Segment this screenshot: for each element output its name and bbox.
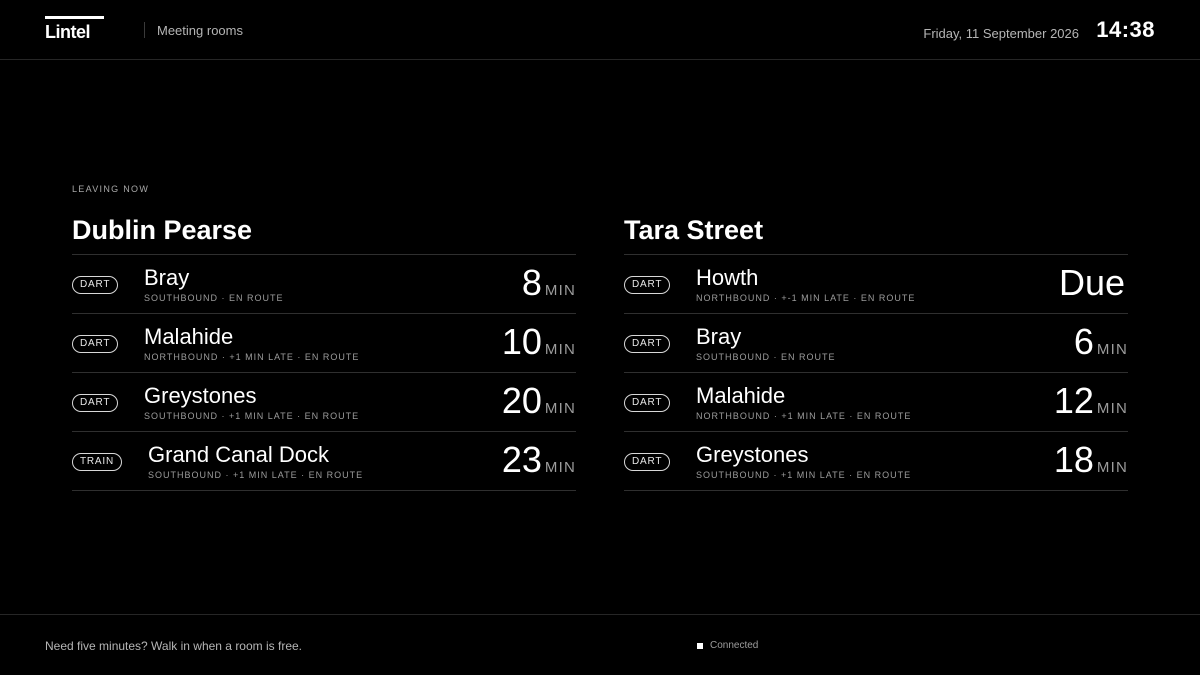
due-time: 12 MIN [1054,381,1128,421]
due-time: Due [1059,263,1128,303]
due-time: 20 MIN [502,381,576,421]
connection-status: Connected [697,640,758,651]
service-type-badge: DART [72,335,119,353]
due-unit: MIN [1096,341,1128,358]
departure-status: SOUTHBOUND · EN ROUTE [696,352,836,362]
departure-status: SOUTHBOUND · +1 MIN LATE · EN ROUTE [148,470,364,480]
destination: Bray [144,265,190,290]
departure-row: DART Malahide NORTHBOUND · +1 MIN LATE ·… [624,373,1128,432]
due-value: 10 [501,321,542,362]
station-name: Tara Street [624,215,764,245]
due-unit: MIN [544,400,576,417]
destination: Greystones [144,383,257,408]
section-title: Meeting rooms [157,23,243,38]
service-type-badge: DART [624,394,671,412]
bottom-bar: Need five minutes? Walk in when a room i… [0,614,1200,675]
departure-status: NORTHBOUND · +-1 MIN LATE · EN ROUTE [696,293,916,303]
due-unit: MIN [1096,400,1128,417]
service-type-badge: TRAIN [72,453,122,471]
due-value: 20 [501,380,542,421]
logo-bar [45,16,104,19]
due-unit: MIN [1096,459,1128,476]
departure-status: NORTHBOUND · +1 MIN LATE · EN ROUTE [144,352,360,362]
service-type-badge: DART [72,394,119,412]
service-type-badge: DART [624,335,671,353]
due-value: Due [1058,262,1125,303]
due-time: 8 MIN [522,263,576,303]
destination: Malahide [144,324,234,349]
status-label: Connected [710,640,759,651]
current-date: Friday, 11 September 2026 [923,26,1079,41]
departure-row: DART Howth NORTHBOUND · +-1 MIN LATE · E… [624,255,1128,314]
departure-status: SOUTHBOUND · +1 MIN LATE · EN ROUTE [696,470,912,480]
departure-row: DART Bray SOUTHBOUND · EN ROUTE 8 MIN [72,255,576,314]
departure-status: NORTHBOUND · +1 MIN LATE · EN ROUTE [696,411,912,421]
departure-row: DART Greystones SOUTHBOUND · +1 MIN LATE… [72,373,576,432]
top-bar: Lintel Meeting rooms Friday, 11 Septembe… [0,0,1200,60]
service-type-badge: DART [624,276,671,294]
station-panel-dublin-pearse: Dublin Pearse DART Bray SOUTHBOUND · EN … [72,212,576,491]
due-value: 12 [1053,380,1094,421]
due-value: 18 [1053,439,1094,480]
destination: Greystones [696,442,809,467]
due-time: 18 MIN [1054,440,1128,480]
brand-logo: Lintel [45,22,91,42]
status-indicator-icon [697,642,703,649]
departure-list: DART Bray SOUTHBOUND · EN ROUTE 8 MIN DA… [72,254,576,491]
station-panel-tara-street: Tara Street DART Howth NORTHBOUND · +-1 … [624,212,1128,491]
current-time: 14:38 [1096,17,1155,42]
station-name: Dublin Pearse [72,215,253,245]
due-time: 6 MIN [1074,322,1128,362]
due-value: 6 [1073,321,1094,362]
due-unit: MIN [544,341,576,358]
service-type-badge: DART [72,276,119,294]
due-unit: MIN [544,459,576,476]
destination: Bray [696,324,742,349]
destination: Malahide [696,383,786,408]
destination: Howth [696,265,759,290]
header-divider [144,22,145,38]
footer-message: Need five minutes? Walk in when a room i… [45,639,302,653]
departure-row: DART Bray SOUTHBOUND · EN ROUTE 6 MIN [624,314,1128,373]
departure-row: TRAIN Grand Canal Dock SOUTHBOUND · +1 M… [72,432,576,491]
due-unit: MIN [544,282,576,299]
due-value: 23 [501,439,542,480]
destination: Grand Canal Dock [148,442,329,467]
departure-row: DART Greystones SOUTHBOUND · +1 MIN LATE… [624,432,1128,491]
due-time: 10 MIN [502,322,576,362]
due-value: 8 [521,262,542,303]
due-time: 23 MIN [502,440,576,480]
service-type-badge: DART [624,453,671,471]
departure-row: DART Malahide NORTHBOUND · +1 MIN LATE ·… [72,314,576,373]
leaving-now-label: LEAVING NOW [72,184,150,194]
departure-status: SOUTHBOUND · +1 MIN LATE · EN ROUTE [144,411,360,421]
departure-list: DART Howth NORTHBOUND · +-1 MIN LATE · E… [624,254,1128,491]
departure-status: SOUTHBOUND · EN ROUTE [144,293,284,303]
